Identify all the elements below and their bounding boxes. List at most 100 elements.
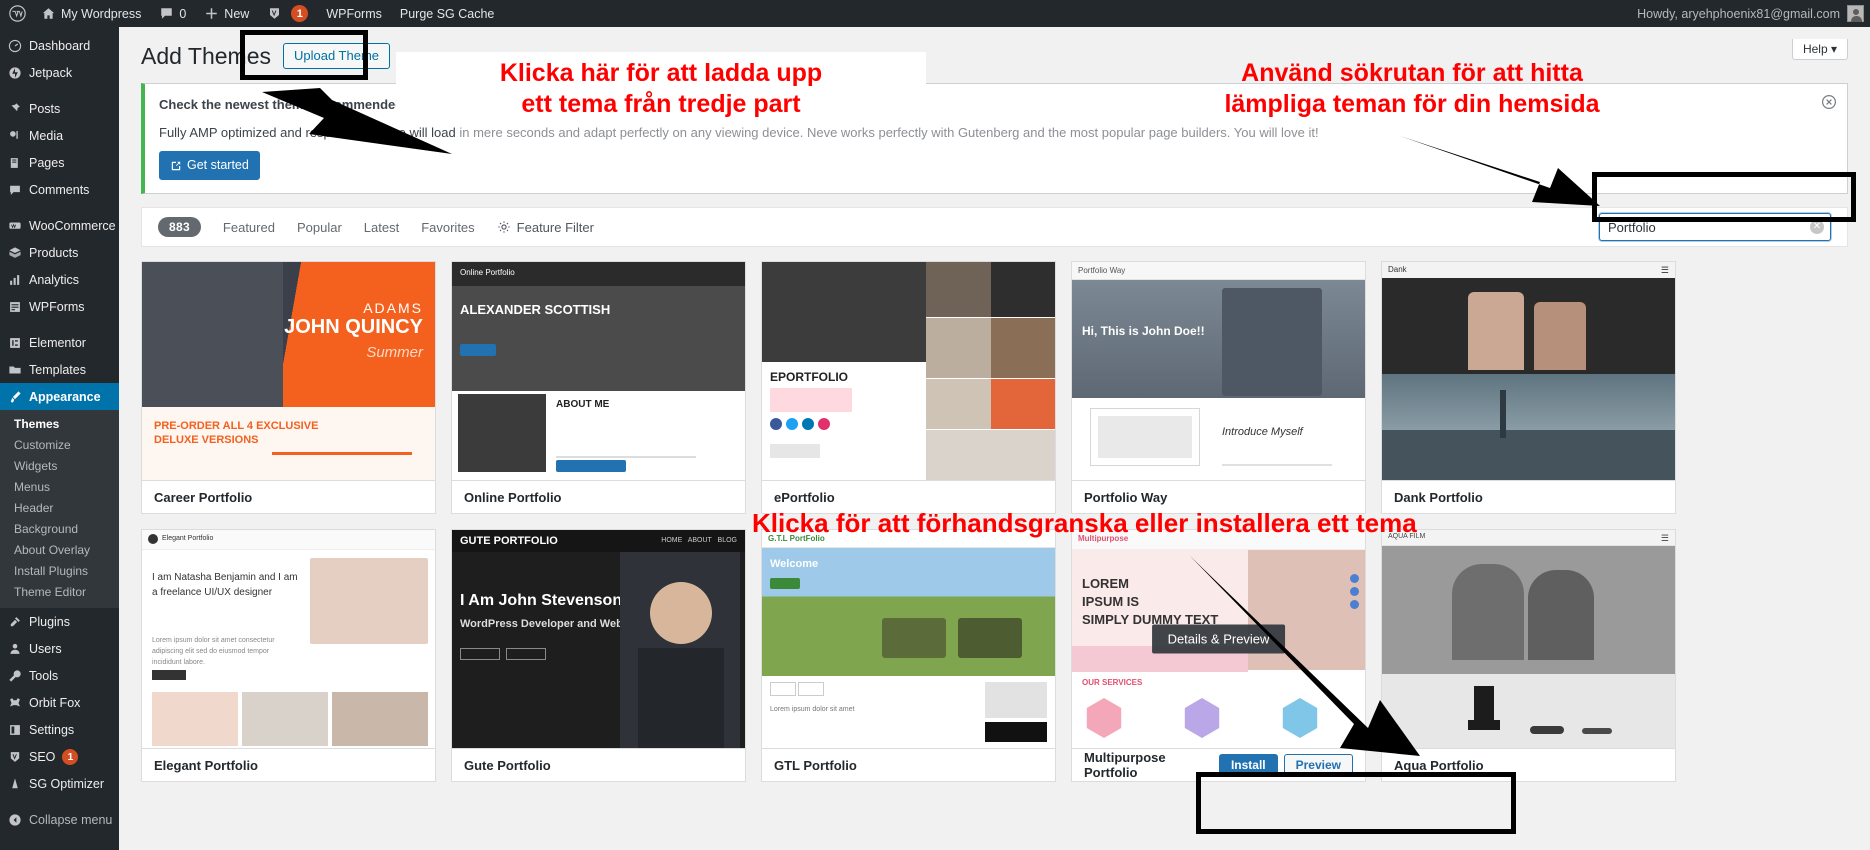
theme-card[interactable]: Elegant Portfolio I am Natasha Benjamin …: [141, 529, 436, 782]
purge-sg-cache-item[interactable]: Purge SG Cache: [391, 0, 504, 27]
sidebar-label: Settings: [29, 722, 75, 737]
annotation-upload-theme: Klicka här för att ladda upp ett tema fr…: [396, 52, 926, 126]
wpforms-icon: [10, 301, 20, 312]
theme-footer: Elegant Portfolio: [142, 748, 435, 781]
sidebar-label: WooCommerce: [29, 218, 116, 233]
dashboard-icon: [8, 39, 22, 52]
submenu-item-customize[interactable]: Customize: [0, 435, 119, 456]
dismiss-notice-icon[interactable]: [1821, 94, 1837, 110]
submenu-item-background[interactable]: Background: [0, 519, 119, 540]
collapse-menu-button[interactable]: Collapse menu: [0, 806, 119, 833]
sidebar-item-dashboard[interactable]: Dashboard: [0, 32, 119, 59]
sidebar-label: Orbit Fox: [29, 695, 81, 710]
submenu-item-theme-editor[interactable]: Theme Editor: [0, 582, 119, 603]
theme-screenshot: AQUA FILM ☰: [1382, 530, 1675, 748]
theme-footer: GTL Portfolio: [762, 748, 1055, 781]
sidebar-item-products[interactable]: Products: [0, 239, 119, 266]
collapse-arrow-icon: [9, 813, 21, 826]
sidebar-label: Media: [29, 128, 64, 143]
seo-adminbar-badge: 1: [291, 5, 309, 22]
templates-icon: [9, 366, 21, 373]
new-content-menu[interactable]: New: [195, 0, 258, 27]
sidebar-item-users[interactable]: Users: [0, 635, 119, 662]
sidebar-label: Appearance: [29, 389, 101, 404]
gear-icon: [498, 221, 510, 233]
theme-card[interactable]: Portfolio Way Hi, This is John Doe!! Int…: [1071, 261, 1366, 514]
sidebar-item-settings[interactable]: Settings: [0, 716, 119, 743]
clear-search-icon[interactable]: ✕: [1810, 220, 1824, 234]
screen-root: My Wordpress 0 New 1 WPForms Purge SG Ca…: [0, 0, 1870, 850]
theme-count-badge: 883: [158, 217, 201, 237]
sidebar-label: Templates: [29, 362, 86, 377]
theme-card[interactable]: ADAMS JOHN QUINCY Summer PRE-ORDER ALL 4…: [141, 261, 436, 514]
sidebar-item-sg-optimizer[interactable]: SG Optimizer: [0, 770, 119, 797]
plugins-icon: [10, 616, 20, 626]
annotation-search-line1: Använd sökrutan för att hitta: [1241, 59, 1583, 87]
get-started-button[interactable]: Get started: [159, 151, 260, 180]
filter-latest[interactable]: Latest: [364, 220, 399, 235]
highlight-box-upload-theme: [240, 30, 368, 80]
sidebar-item-jetpack[interactable]: Jetpack: [0, 59, 119, 86]
site-name-menu[interactable]: My Wordpress: [32, 0, 150, 27]
comments-bubble[interactable]: 0: [150, 0, 195, 27]
theme-card[interactable]: G.T.L PortFolio Welcome Lorem ipsum dolo…: [761, 529, 1056, 782]
submenu-item-menus[interactable]: Menus: [0, 477, 119, 498]
theme-name: Career Portfolio: [154, 489, 253, 505]
seo-icon: [10, 751, 20, 762]
theme-card[interactable]: AQUA FILM ☰ Aqua Portfolio: [1381, 529, 1676, 782]
annotation-upload-line2: ett tema från tredje part: [521, 90, 801, 118]
sidebar-item-elementor[interactable]: Elementor: [0, 329, 119, 356]
theme-card[interactable]: Online Portfolio ALEXANDER SCOTTISH ABOU…: [451, 261, 746, 514]
external-link-icon: [171, 161, 181, 170]
sidebar-item-comments[interactable]: Comments: [0, 176, 119, 203]
sidebar-item-templates[interactable]: Templates: [0, 356, 119, 383]
sidebar-item-plugins[interactable]: Plugins: [0, 608, 119, 635]
sidebar-item-posts[interactable]: Posts: [0, 95, 119, 122]
submenu-item-install-plugins[interactable]: Install Plugins: [0, 561, 119, 582]
feature-filter-button[interactable]: Feature Filter: [497, 220, 594, 235]
filter-featured[interactable]: Featured: [223, 220, 275, 235]
filter-popular[interactable]: Popular: [297, 220, 342, 235]
wordpress-icon: [9, 5, 26, 22]
filter-favorites[interactable]: Favorites: [421, 220, 474, 235]
sidebar-item-pages[interactable]: Pages: [0, 149, 119, 176]
sidebar-item-media[interactable]: Media: [0, 122, 119, 149]
sidebar-label: Users: [29, 641, 62, 656]
seo-badge: 1: [62, 748, 79, 765]
theme-card[interactable]: GUTE PORTFOLIO HOME ABOUT BLOG I Am John…: [451, 529, 746, 782]
theme-screenshot: Portfolio Way Hi, This is John Doe!! Int…: [1072, 262, 1365, 480]
theme-card[interactable]: Dank ☰ Dank Portfolio: [1381, 261, 1676, 514]
help-tab-button[interactable]: Help ▾: [1791, 39, 1848, 60]
media-icon: [10, 130, 18, 139]
sidebar-item-appearance[interactable]: Appearance: [0, 383, 127, 410]
arrow-to-search: [1400, 136, 1600, 206]
sidebar-item-woocommerce[interactable]: WooCommerce: [0, 212, 119, 239]
wpforms-label: WPForms: [326, 6, 382, 21]
sidebar-item-tools[interactable]: Tools: [0, 662, 119, 689]
wordpress-logo-menu[interactable]: [0, 0, 32, 27]
theme-card[interactable]: EPORTFOLIO ePortfolio: [761, 261, 1056, 514]
sidebar-item-orbit-fox[interactable]: Orbit Fox: [0, 689, 119, 716]
submenu-item-themes[interactable]: Themes: [0, 414, 119, 435]
theme-name: Gute Portfolio: [464, 757, 551, 773]
submenu-item-header[interactable]: Header: [0, 498, 119, 519]
submenu-item-widgets[interactable]: Widgets: [0, 456, 119, 477]
sidebar-label: Jetpack: [29, 65, 73, 80]
account-area[interactable]: Howdy, aryehphoenix81@gmail.com: [1637, 5, 1870, 22]
theme-name: GTL Portfolio: [774, 757, 857, 773]
sidebar-item-wpforms[interactable]: WPForms: [0, 293, 119, 320]
admin-bar: My Wordpress 0 New 1 WPForms Purge SG Ca…: [0, 0, 1870, 27]
comments-count: 0: [179, 6, 187, 21]
sidebar-label: Posts: [29, 101, 61, 116]
avatar: [1847, 5, 1864, 22]
collapse-label: Collapse menu: [29, 812, 113, 827]
seo-adminbar-item[interactable]: 1: [258, 0, 317, 27]
wpforms-adminbar-item[interactable]: WPForms: [317, 0, 391, 27]
sidebar-item-analytics[interactable]: Analytics: [0, 266, 119, 293]
sidebar-item-seo[interactable]: SEO 1: [0, 743, 119, 770]
submenu-item-about-overlay[interactable]: About Overlay: [0, 540, 119, 561]
help-tab-label: Help: [1802, 42, 1828, 56]
highlight-box-search: [1592, 172, 1856, 222]
elementor-icon: [10, 337, 20, 348]
annotation-preview-install: Klicka för att förhandsgranska eller ins…: [752, 508, 1417, 539]
